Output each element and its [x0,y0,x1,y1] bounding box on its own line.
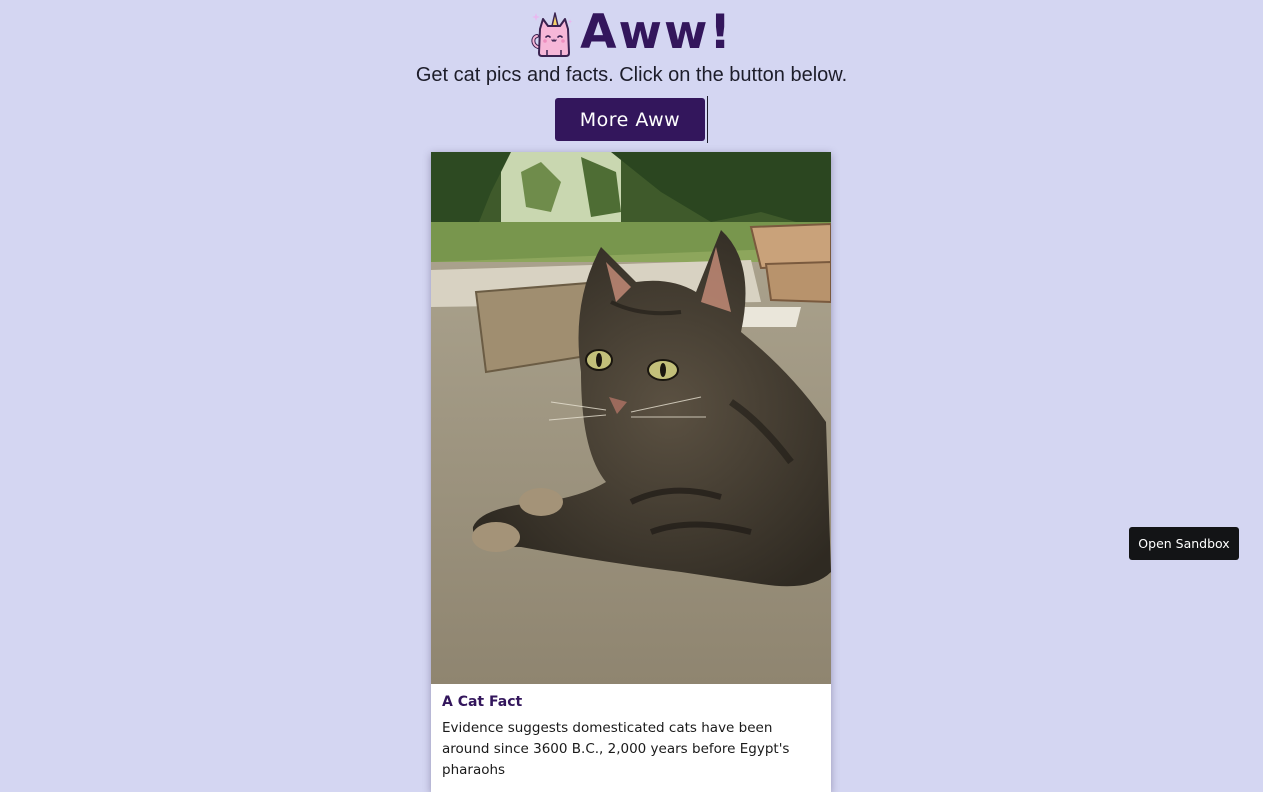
app-header: Aww! Get cat pics and facts. Click on th… [0,0,1263,143]
title-row: Aww! [530,2,733,64]
page-title: Aww! [580,5,733,60]
cat-photo [431,152,831,684]
button-row: More Aww [555,96,708,143]
fact-text: Evidence suggests domesticated cats have… [442,720,790,778]
open-sandbox-button[interactable]: Open Sandbox [1129,527,1239,560]
text-cursor [707,96,708,143]
cat-card: A Cat Fact Evidence suggests domesticate… [431,152,831,792]
page-subtitle: Get cat pics and facts. Click on the but… [415,64,848,86]
more-aww-button[interactable]: More Aww [555,98,705,141]
fact-title: A Cat Fact [442,694,523,710]
unicorn-cat-icon [531,12,573,57]
